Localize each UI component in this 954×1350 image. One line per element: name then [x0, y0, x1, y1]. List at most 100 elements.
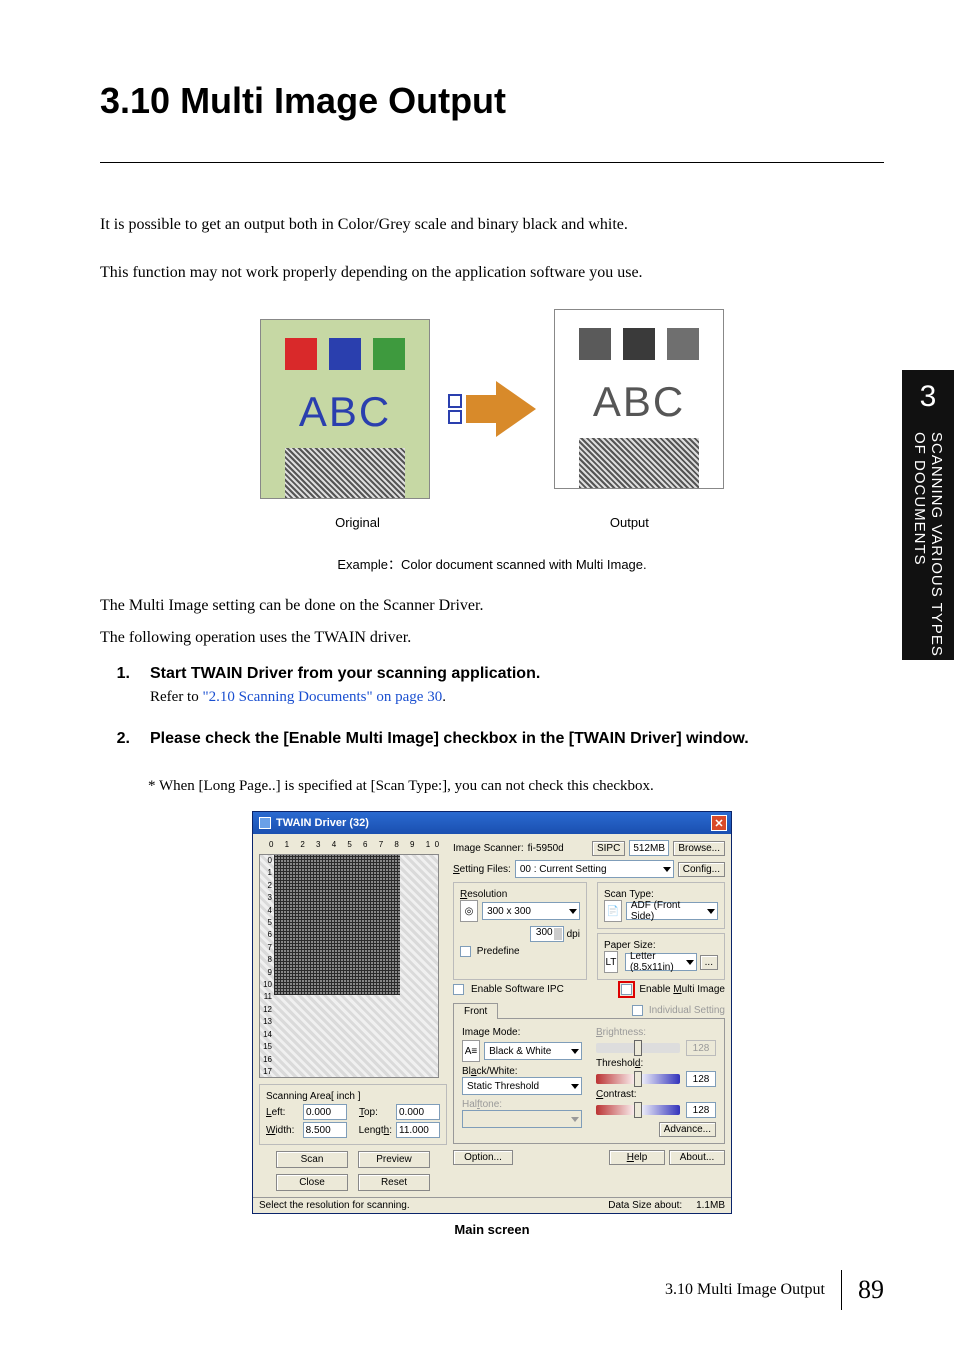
about-button[interactable]: About...: [669, 1150, 725, 1165]
resolution-group: Resolution ◎ 300 x 300 300 dpi Predefine: [453, 882, 587, 980]
link-scanning-documents[interactable]: "2.10 Scanning Documents" on page 30: [202, 689, 442, 705]
para-driver: The Multi Image setting can be done on t…: [100, 597, 884, 615]
selection-rect[interactable]: [274, 855, 400, 995]
tab-front[interactable]: Front: [453, 1003, 498, 1019]
label-setting-files: Setting Files:: [453, 864, 511, 875]
label-image-mode: Image Mode:: [462, 1027, 582, 1038]
papersize-icon: LT: [604, 951, 618, 973]
reset-button[interactable]: Reset: [358, 1174, 430, 1191]
step-2-num: 2.: [100, 730, 130, 754]
explain-diagram: ABC ABC ABC: [100, 309, 884, 509]
threshold-value[interactable]: 128: [686, 1071, 716, 1087]
step-1-sub: Refer to "2.10 Scanning Documents" on pa…: [150, 689, 884, 706]
option-button[interactable]: Option...: [453, 1150, 513, 1165]
label-left: Left:: [266, 1107, 299, 1118]
label-top: Top:: [359, 1107, 392, 1118]
ruler-vertical: 01234567891011121314151617: [260, 855, 274, 1077]
value-image-scanner: fi-5950d: [528, 843, 564, 854]
label-image-scanner: Image Scanner:: [453, 843, 524, 854]
contrast-slider[interactable]: [596, 1105, 680, 1115]
enable-soft-ipc-label: Enable Software IPC: [471, 984, 564, 995]
threshold-slider[interactable]: [596, 1074, 680, 1084]
enable-multi-image-checkbox[interactable]: [621, 984, 632, 995]
scantype-group: Scan Type: 📄 ADF (Front Side): [597, 882, 725, 929]
arrow-icon: [448, 381, 536, 437]
footer-section: 3.10 Multi Image Output: [665, 1281, 825, 1299]
config-button[interactable]: Config...: [678, 862, 725, 877]
advance-button[interactable]: Advance...: [659, 1122, 716, 1137]
abc-text: ABC: [299, 388, 391, 436]
ruler-horizontal: 0 1 2 3 4 5 6 7 8 9 10 11: [259, 840, 447, 854]
bw-dropdown[interactable]: Static Threshold: [462, 1077, 582, 1095]
dialog-title: TWAIN Driver (32): [276, 817, 369, 829]
status-datasize-value: 1.1MB: [696, 1200, 725, 1211]
browse-button[interactable]: Browse...: [673, 841, 725, 856]
input-length[interactable]: [396, 1122, 440, 1138]
caption-output: Output: [610, 515, 649, 530]
chapter-title: SCANNING VARIOUS TYPES OF DOCUMENTS: [911, 432, 945, 660]
status-datasize-label: Data Size about:: [608, 1200, 682, 1211]
original-doc: ABC: [260, 319, 430, 499]
para-twain: The following operation uses the TWAIN d…: [100, 629, 884, 647]
dialog-titlebar: TWAIN Driver (32) ✕: [253, 812, 731, 834]
scantype-dropdown[interactable]: ADF (Front Side): [626, 902, 718, 920]
hatch-area-grey: [579, 438, 699, 488]
app-icon: [259, 817, 271, 829]
memory-value: 512MB: [629, 840, 669, 856]
caption-original: Original: [335, 515, 380, 530]
input-left[interactable]: [303, 1104, 347, 1120]
contrast-value[interactable]: 128: [686, 1102, 716, 1118]
input-top[interactable]: [396, 1104, 440, 1120]
image-mode-icon: A≡: [462, 1040, 480, 1062]
preview-button[interactable]: Preview: [358, 1151, 430, 1168]
resolution-icon: ◎: [460, 900, 478, 922]
dpi-unit: dpi: [567, 929, 580, 940]
twain-dialog: TWAIN Driver (32) ✕ 0 1 2 3 4 5 6 7 8 9 …: [252, 811, 732, 1214]
footer-page-number: 89: [858, 1275, 884, 1305]
halftone-dropdown: [462, 1110, 582, 1128]
screenshot-caption: Main screen: [100, 1222, 884, 1237]
output-docs: ABC ABC: [554, 309, 724, 509]
status-text: Select the resolution for scanning.: [259, 1200, 410, 1211]
status-bar: Select the resolution for scanning. Data…: [253, 1197, 731, 1213]
individual-setting-label: Individual Setting: [649, 1005, 725, 1016]
papersize-more-button[interactable]: ...: [700, 955, 718, 970]
label-brightness: Brightness:: [596, 1027, 716, 1038]
chapter-number: 3: [920, 380, 937, 414]
example-caption: Example：Color document scanned with Mult…: [100, 554, 884, 573]
step-2-note: * When [Long Page..] is specified at [Sc…: [148, 778, 884, 795]
label-length: Length:: [359, 1125, 392, 1136]
label-threshold: Threshold:: [596, 1058, 716, 1069]
resolution-dropdown[interactable]: 300 x 300: [482, 902, 580, 920]
step-1-title: Start TWAIN Driver from your scanning ap…: [150, 665, 884, 683]
scanning-area-group: Scanning Area[ inch ] Left: Top: Width: …: [259, 1084, 447, 1145]
predefine-checkbox[interactable]: [460, 946, 471, 957]
scan-button[interactable]: Scan: [276, 1151, 348, 1168]
enable-soft-ipc-checkbox[interactable]: [453, 984, 464, 995]
scantype-icon: 📄: [604, 900, 622, 922]
individual-setting-checkbox: [632, 1005, 643, 1016]
label-bw: Black/White:: [462, 1066, 582, 1077]
close-icon[interactable]: ✕: [711, 815, 727, 831]
papersize-dropdown[interactable]: Letter (8.5x11in): [625, 953, 697, 971]
close-button[interactable]: Close: [276, 1174, 348, 1191]
dpi-spinner[interactable]: 300: [530, 926, 564, 942]
divider: [100, 162, 884, 163]
help-button[interactable]: Help: [609, 1150, 665, 1165]
page-heading: 3.10 Multi Image Output: [100, 80, 884, 122]
chapter-tab: 3 SCANNING VARIOUS TYPES OF DOCUMENTS: [902, 370, 954, 660]
image-mode-dropdown[interactable]: Black & White: [484, 1042, 582, 1060]
brightness-slider: [596, 1043, 680, 1053]
intro-line-1: It is possible to get an output both in …: [100, 213, 884, 237]
step-2-title: Please check the [Enable Multi Image] ch…: [150, 730, 884, 748]
papersize-group: Paper Size: LT Letter (8.5x11in) ...: [597, 933, 725, 980]
sipc-button[interactable]: SIPC: [592, 841, 625, 856]
label-contrast: Contrast:: [596, 1089, 716, 1100]
step-1-num: 1.: [100, 665, 130, 706]
hatch-area: [285, 448, 405, 498]
abc-grey: ABC: [593, 378, 685, 426]
preview-area[interactable]: 01234567891011121314151617: [259, 854, 439, 1078]
setting-files-dropdown[interactable]: 00 : Current Setting: [515, 860, 674, 878]
enable-multi-image-label: Enable Multi Image: [639, 984, 725, 995]
input-width[interactable]: [303, 1122, 347, 1138]
